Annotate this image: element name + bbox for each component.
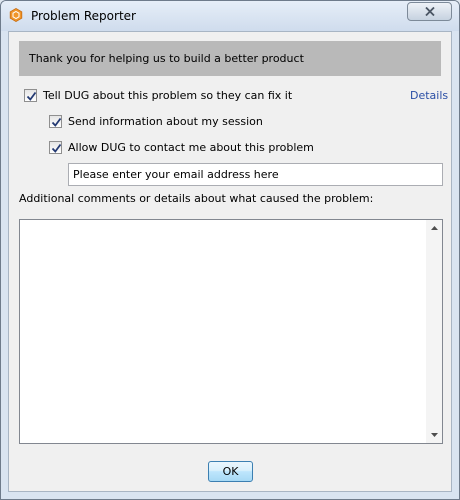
checkmark-icon (26, 91, 37, 101)
arrow-up-icon (431, 226, 438, 230)
banner-text: Thank you for helping us to build a bett… (29, 52, 304, 65)
thank-you-banner: Thank you for helping us to build a bett… (19, 41, 441, 76)
title-bar[interactable]: Problem Reporter (1, 1, 459, 31)
scroll-up-button[interactable] (426, 220, 442, 236)
scroll-down-button[interactable] (426, 427, 442, 443)
comments-textarea[interactable] (20, 220, 426, 443)
email-input[interactable] (68, 163, 443, 186)
comments-scrollbar[interactable] (426, 220, 442, 443)
checkmark-icon (51, 117, 62, 127)
comments-label: Additional comments or details about wha… (19, 192, 374, 205)
window-title: Problem Reporter (31, 9, 136, 23)
app-hexagon-icon (9, 8, 23, 22)
close-button[interactable] (407, 2, 452, 21)
close-icon (425, 7, 435, 16)
send-session-label: Send information about my session (68, 115, 263, 128)
comments-box (19, 219, 443, 444)
send-session-checkbox[interactable] (49, 115, 62, 128)
ok-button[interactable]: OK (208, 461, 253, 482)
checkmark-icon (51, 143, 62, 153)
dialog-body: Thank you for helping us to build a bett… (8, 31, 452, 492)
tell-dug-label: Tell DUG about this problem so they can … (43, 89, 293, 102)
allow-contact-checkbox[interactable] (49, 141, 62, 154)
arrow-down-icon (431, 433, 438, 437)
tell-dug-checkbox[interactable] (24, 89, 37, 102)
allow-contact-label: Allow DUG to contact me about this probl… (68, 141, 314, 154)
details-link[interactable]: Details (410, 89, 448, 102)
problem-reporter-window: Problem Reporter Thank you for helping u… (0, 0, 460, 500)
